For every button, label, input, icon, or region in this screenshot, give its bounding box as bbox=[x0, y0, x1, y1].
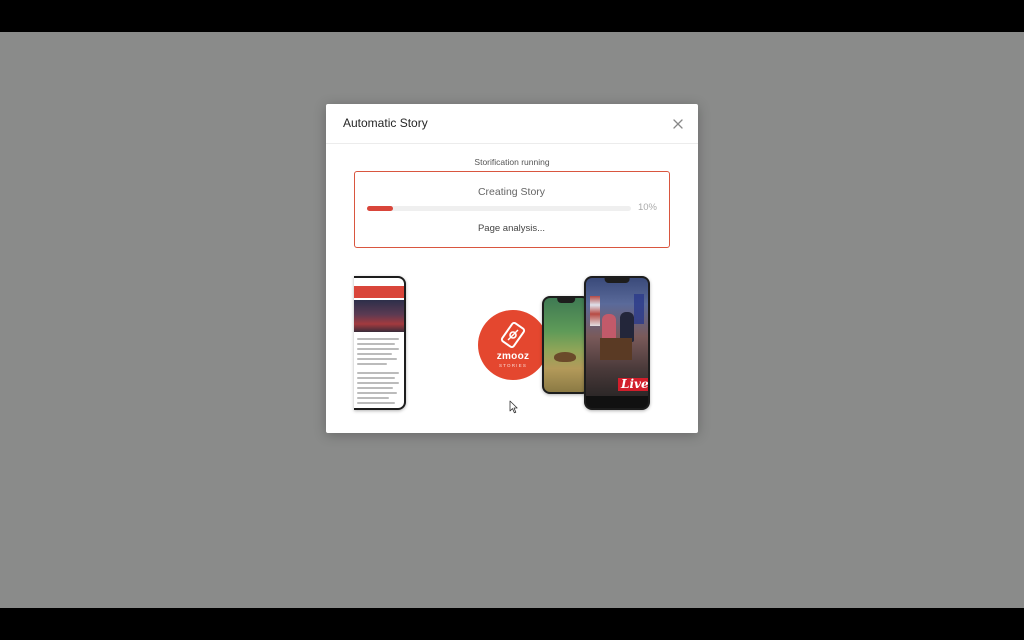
nature-story-phone-mockup bbox=[542, 296, 590, 394]
brand-tagline: STORIES bbox=[498, 363, 528, 368]
article-photo bbox=[354, 300, 404, 332]
article-text-line bbox=[357, 363, 387, 365]
article-text-line bbox=[357, 387, 393, 389]
article-text-line bbox=[357, 402, 395, 404]
automatic-story-dialog: Automatic Story Storification running Cr… bbox=[326, 104, 698, 433]
live-badge: Live bbox=[618, 378, 648, 391]
progress-bar bbox=[367, 206, 631, 211]
dialog-header: Automatic Story bbox=[326, 104, 698, 144]
flag-figure bbox=[590, 296, 600, 326]
podium-figure bbox=[600, 338, 632, 360]
zmooz-logo: zmooz STORIES bbox=[478, 310, 548, 380]
close-button[interactable] bbox=[670, 116, 686, 132]
brand-name: zmooz bbox=[496, 351, 530, 362]
article-text-line bbox=[357, 348, 399, 350]
close-icon bbox=[673, 119, 683, 129]
article-text-line bbox=[357, 372, 399, 374]
nature-story-screen bbox=[544, 298, 588, 392]
letterbox-bottom bbox=[0, 608, 1024, 640]
progress-heading: Creating Story bbox=[477, 186, 546, 198]
letterbox-top bbox=[0, 0, 1024, 32]
article-text-line bbox=[357, 382, 399, 384]
bison-figure bbox=[554, 352, 576, 362]
flag-figure bbox=[634, 294, 644, 324]
news-story-screen: Live bbox=[586, 278, 648, 408]
article-text-line bbox=[357, 338, 399, 340]
article-text-line bbox=[357, 343, 395, 345]
article-text-line bbox=[357, 397, 389, 399]
mouse-cursor-icon bbox=[509, 400, 518, 414]
news-story-phone-mockup: Live bbox=[584, 276, 650, 410]
article-text-line bbox=[357, 377, 395, 379]
progress-bar-fill bbox=[367, 206, 394, 211]
article-text-line bbox=[357, 358, 397, 360]
article-text-line bbox=[357, 392, 397, 394]
story-bottom-bar bbox=[586, 396, 648, 408]
progress-card: Creating Story 10% Page analysis... bbox=[354, 171, 670, 248]
article-text-line bbox=[357, 353, 392, 355]
article-phone-mockup bbox=[354, 276, 406, 410]
article-phone-screen bbox=[354, 278, 404, 408]
article-header-bar bbox=[354, 286, 404, 298]
zmooz-logo-icon bbox=[500, 321, 526, 349]
story-illustration: zmooz STORIES Live bbox=[354, 274, 670, 414]
speaker-figure bbox=[602, 314, 616, 340]
status-label: Storification running bbox=[474, 157, 550, 167]
dialog-title: Automatic Story bbox=[343, 116, 428, 130]
progress-percent: 10% bbox=[637, 202, 657, 213]
progress-step: Page analysis... bbox=[477, 223, 546, 234]
